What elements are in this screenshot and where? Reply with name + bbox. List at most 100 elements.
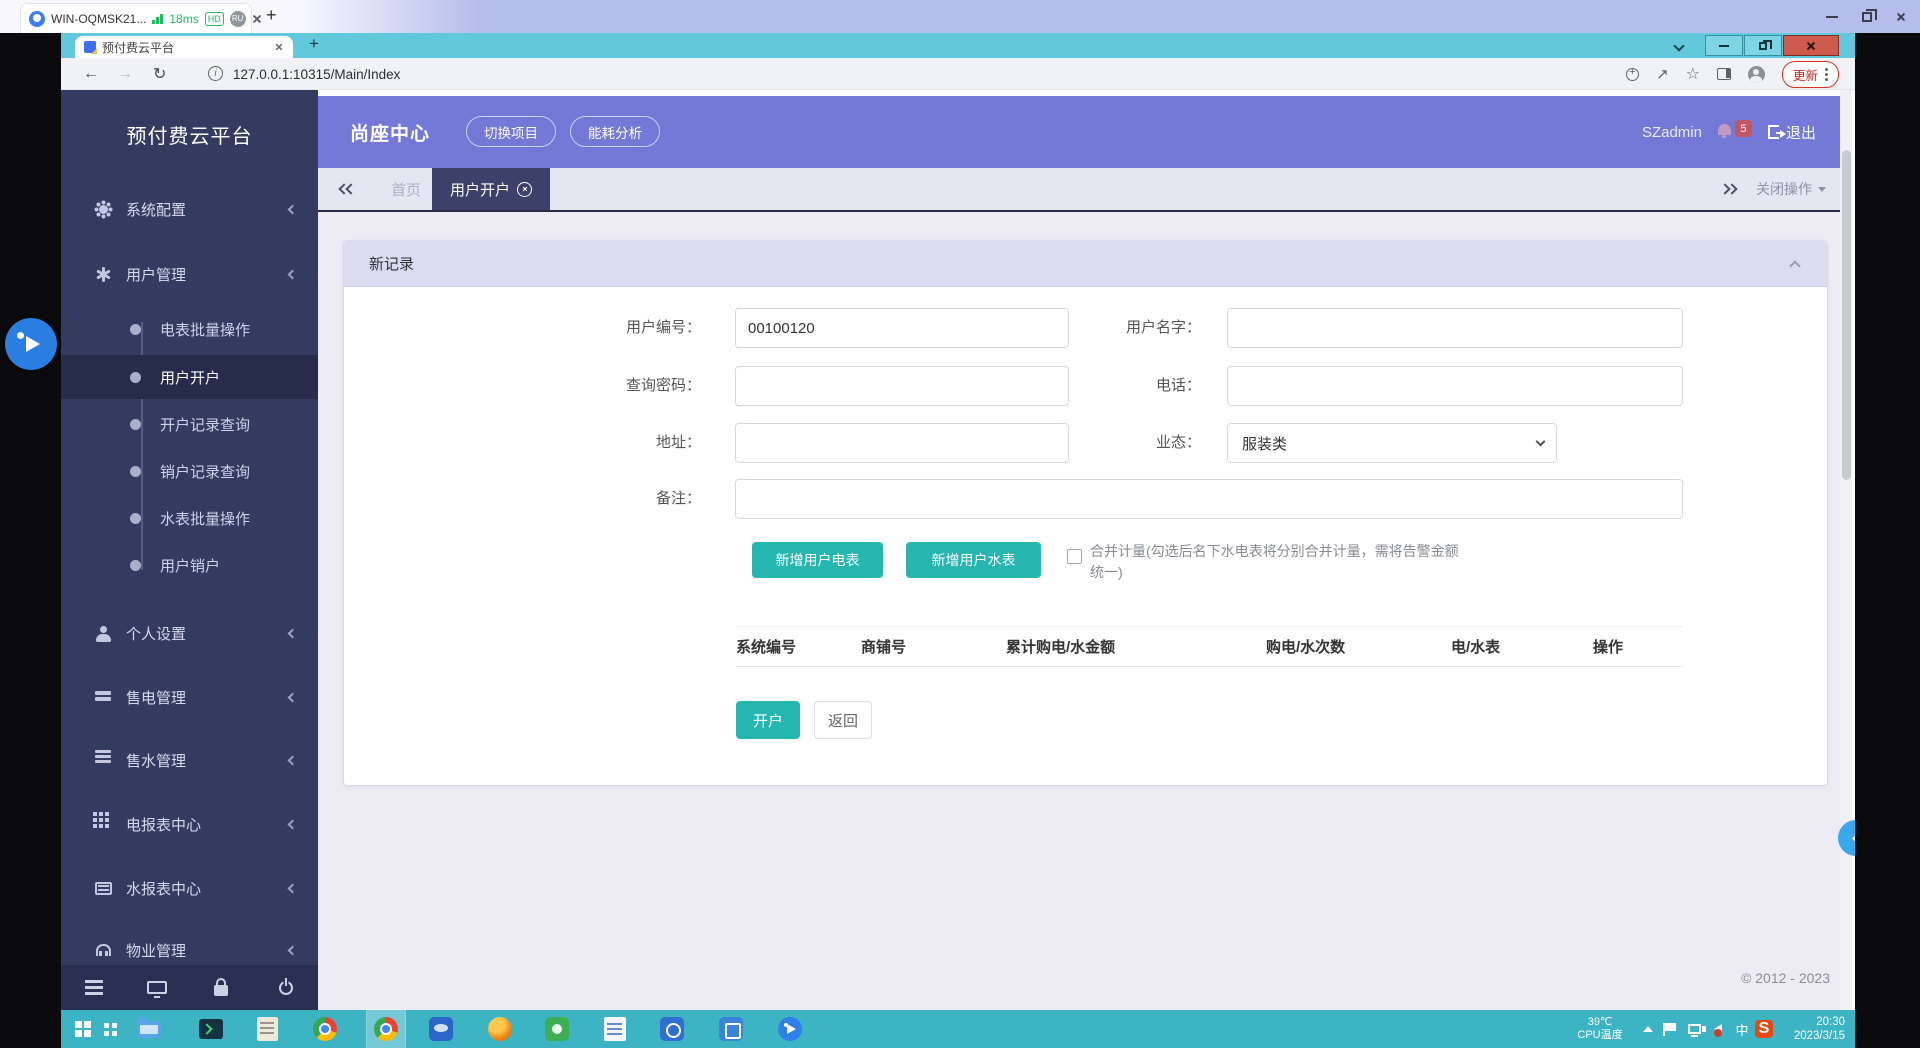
switch-project-button[interactable]: 切换项目: [466, 116, 556, 147]
reload-icon[interactable]: ↻: [153, 58, 166, 90]
settings-app-icon[interactable]: [653, 1010, 691, 1048]
user-name-input[interactable]: [1227, 308, 1683, 348]
bullet-icon: [130, 372, 141, 383]
bookmark-star-icon[interactable]: ☆: [1686, 64, 1700, 84]
sidebar-item-electric-sales[interactable]: 售电管理: [61, 675, 318, 719]
remark-input[interactable]: [735, 479, 1683, 519]
scroll-tabs-left-icon[interactable]: [340, 185, 355, 193]
sidebar-item-water-sales[interactable]: 售水管理: [61, 738, 318, 782]
sidebar-item-close-record-query[interactable]: 销户记录查询: [61, 451, 318, 491]
energy-analysis-button[interactable]: 能耗分析: [570, 116, 660, 147]
biz-type-select[interactable]: 服装类: [1227, 423, 1557, 463]
sidebar-item-water-report-center[interactable]: 水报表中心: [61, 866, 318, 910]
sogou-input-icon[interactable]: S: [1753, 1010, 1775, 1048]
window-minimize-icon[interactable]: [1826, 16, 1838, 18]
collab-app-icon[interactable]: [771, 1010, 809, 1048]
chrome-icon[interactable]: [306, 1010, 344, 1048]
add-user-electric-meter-button[interactable]: 新增用户电表: [752, 542, 883, 578]
remark-label: 备注：: [551, 479, 701, 519]
page-scrollbar[interactable]: [1840, 90, 1852, 1010]
site-info-icon[interactable]: i: [208, 66, 223, 81]
sidebar-item-water-batch[interactable]: 水表批量操作: [61, 498, 318, 538]
notification-badge: 5: [1735, 120, 1752, 137]
sidebar-item-electric-report-center[interactable]: 电报表中心: [61, 802, 318, 846]
merge-metering-note: 合并计量(勾选后名下水电表将分别合并计量，需将告警金额统一): [1090, 541, 1462, 583]
volume-muted-icon[interactable]: [1707, 1010, 1729, 1048]
file-explorer-icon[interactable]: [130, 1010, 168, 1048]
window-close-icon[interactable]: [1896, 12, 1906, 22]
asterisk-icon: [94, 267, 112, 282]
notes-app-icon[interactable]: [248, 1010, 286, 1048]
open-account-button[interactable]: 开户: [736, 701, 800, 739]
firefox-icon[interactable]: [481, 1010, 519, 1048]
chrome-minimize-button[interactable]: [1705, 35, 1743, 56]
query-pwd-input[interactable]: [735, 366, 1069, 406]
new-tab-button[interactable]: +: [309, 34, 319, 54]
zoom-icon[interactable]: [1626, 68, 1639, 81]
sidebar-item-user-close-account[interactable]: 用户销户: [61, 545, 318, 585]
back-icon[interactable]: ←: [83, 58, 99, 90]
merge-metering-checkbox[interactable]: [1067, 549, 1082, 564]
forward-icon[interactable]: →: [117, 58, 133, 90]
chrome-active-icon[interactable]: [367, 1010, 405, 1048]
floating-remote-tool-logo[interactable]: [5, 318, 57, 370]
phone-input[interactable]: [1227, 366, 1683, 406]
action-center-flag-icon[interactable]: [1659, 1010, 1681, 1048]
close-operations-dropdown[interactable]: 关闭操作: [1756, 168, 1826, 210]
chrome-close-button[interactable]: [1783, 35, 1839, 56]
side-panel-icon[interactable]: [1717, 68, 1731, 80]
session-avatar-badge: RU: [230, 11, 246, 27]
url-text[interactable]: 127.0.0.1:10315/Main/Index: [233, 58, 400, 90]
user-no-input[interactable]: [735, 308, 1069, 348]
tray-expand-icon[interactable]: [1637, 1010, 1659, 1048]
chrome-restore-button[interactable]: [1744, 35, 1782, 56]
signal-strength-icon: [152, 13, 163, 24]
tab-home[interactable]: 首页: [380, 168, 432, 210]
green-app-icon[interactable]: [538, 1010, 576, 1048]
logout-button[interactable]: 退出: [1768, 122, 1816, 143]
tab-close-icon[interactable]: [275, 43, 283, 51]
chrome-tab[interactable]: 预付费云平台: [75, 36, 293, 58]
lock-icon[interactable]: [201, 965, 241, 1010]
scroll-tabs-right-icon[interactable]: [1721, 185, 1736, 193]
sidebar-item-user-open-account[interactable]: 用户开户: [61, 355, 318, 399]
sidebar-item-system-config[interactable]: 系统配置: [61, 187, 318, 231]
cpu-temp-widget[interactable]: 39℃ CPU温度: [1565, 1010, 1635, 1048]
user-name-label: 用户名字：: [1051, 308, 1201, 348]
profile-avatar[interactable]: [1748, 66, 1765, 83]
blue-app-icon[interactable]: [712, 1010, 750, 1048]
monitor-icon[interactable]: [137, 965, 177, 1010]
notifications[interactable]: 5: [1718, 120, 1752, 144]
share-icon[interactable]: ↗: [1656, 65, 1669, 83]
chevron-down-icon[interactable]: [1673, 40, 1684, 51]
power-icon[interactable]: [266, 965, 306, 1010]
im-app-icon[interactable]: [422, 1010, 460, 1048]
window-restore-icon[interactable]: [1862, 12, 1872, 22]
collapse-chevron-icon[interactable]: [1789, 260, 1800, 271]
sidebar-item-open-record-query[interactable]: 开户记录查询: [61, 404, 318, 444]
caret-down-icon: [1818, 187, 1826, 192]
window-icon: [94, 882, 112, 895]
scrollbar-thumb[interactable]: [1842, 150, 1851, 480]
sidebar: 预付费云平台 系统配置 用户管理 电表批量操作 用户开户 开户记录查询 销户记录…: [61, 90, 318, 1010]
chevron-left-icon: [288, 755, 298, 765]
sidebar-item-meter-batch[interactable]: 电表批量操作: [61, 309, 318, 349]
tab-user-open-account[interactable]: 用户开户: [432, 168, 550, 210]
menu-kebab-icon[interactable]: [1825, 73, 1828, 76]
task-view-icon[interactable]: [91, 1010, 129, 1048]
document-app-icon[interactable]: [596, 1010, 634, 1048]
tab-close-icon[interactable]: [517, 182, 532, 197]
update-button[interactable]: 更新: [1782, 61, 1839, 88]
sidebar-item-user-mgmt[interactable]: 用户管理: [61, 252, 318, 296]
sidebar-item-personal-settings[interactable]: 个人设置: [61, 611, 318, 655]
address-input[interactable]: [735, 423, 1069, 463]
add-user-water-meter-button[interactable]: 新增用户水表: [906, 542, 1041, 578]
remote-session-tab[interactable]: WIN-OQMSK21... 18ms HD RU: [20, 3, 252, 33]
ime-indicator[interactable]: 中: [1731, 1010, 1753, 1048]
clock-widget[interactable]: 20:30 2023/3/15: [1777, 1010, 1849, 1048]
terminal-app-icon[interactable]: [192, 1010, 230, 1048]
back-button[interactable]: 返回: [814, 701, 872, 739]
new-session-button[interactable]: +: [266, 5, 277, 26]
close-session-icon[interactable]: [252, 14, 262, 24]
menu-toggle-icon[interactable]: [74, 965, 114, 1010]
